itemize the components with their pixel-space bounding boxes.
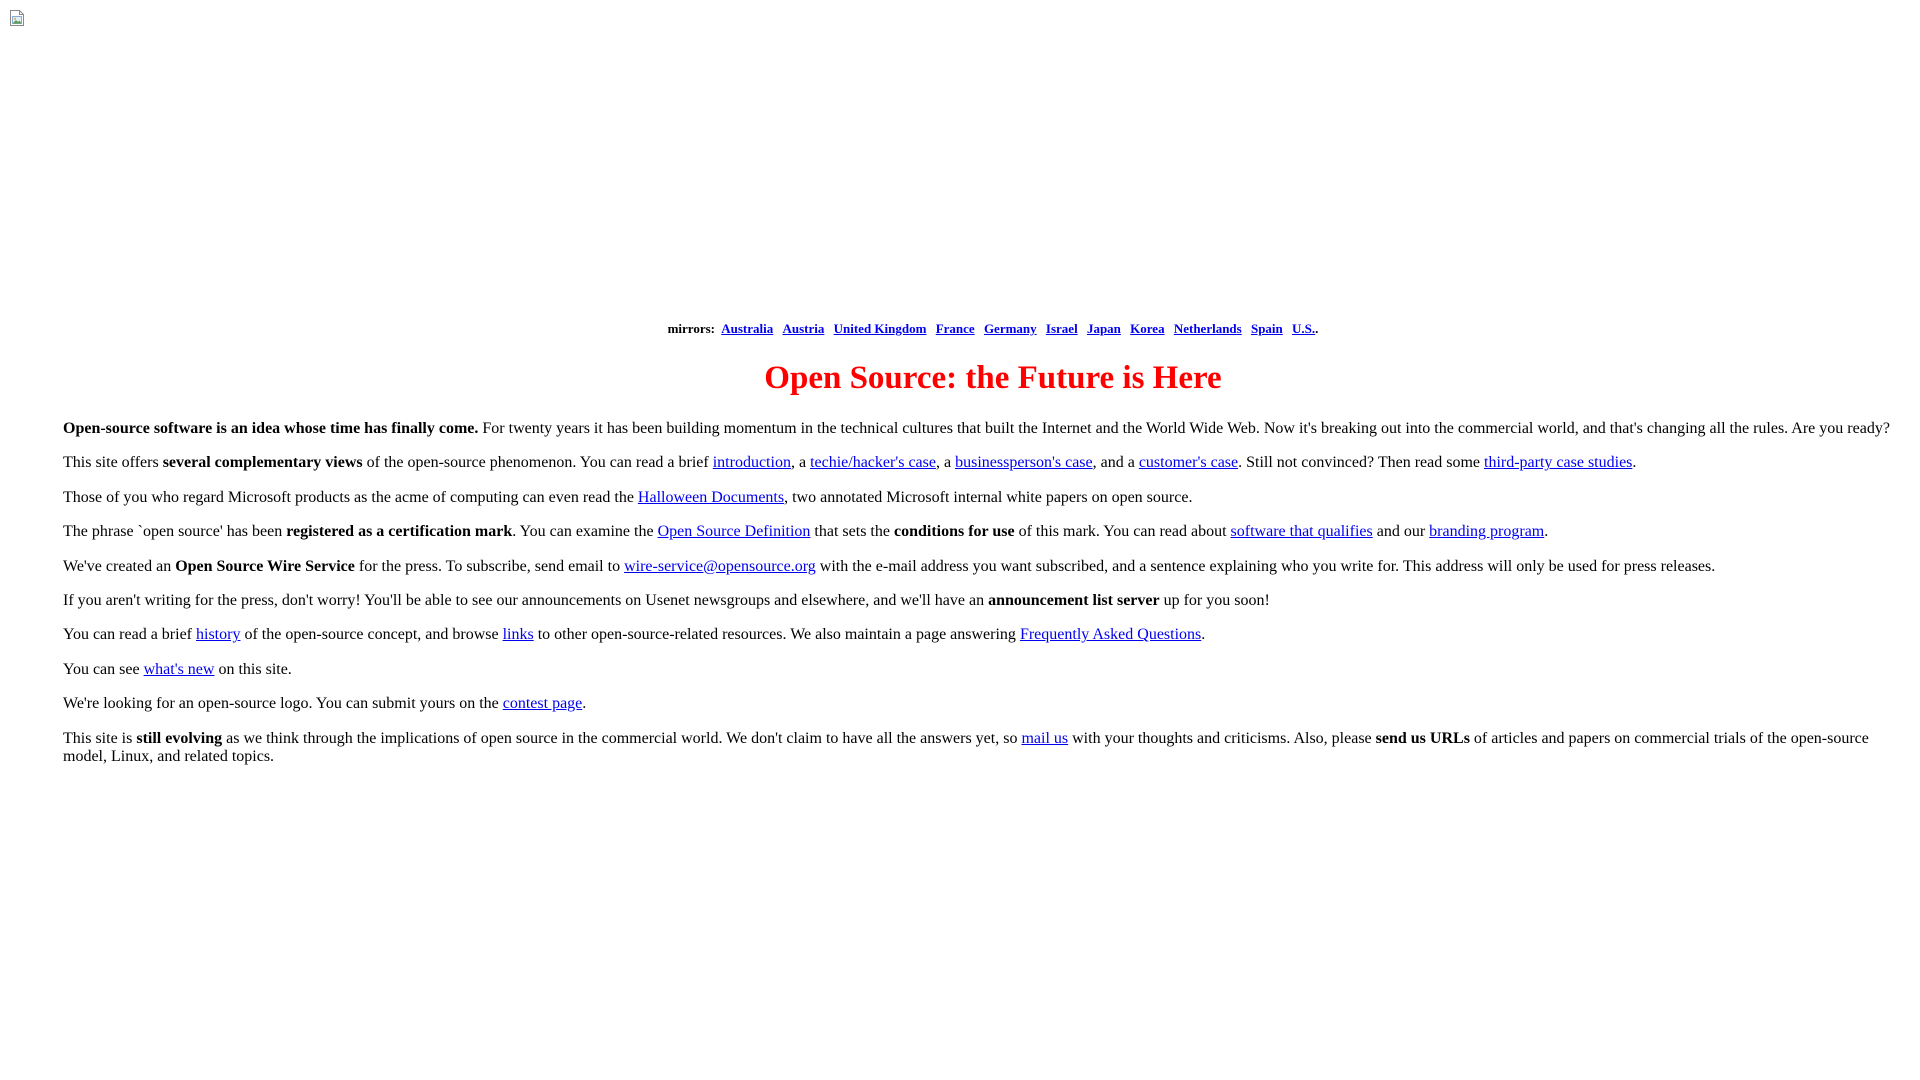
mirrors-label: mirrors: [667,321,715,336]
broken-image-icon [9,9,25,27]
bold-text: still evolving [136,729,223,747]
text: with your thoughts and criticisms. Also,… [1068,729,1376,747]
bold-text: Open-source software is an idea whose ti… [63,420,479,437]
branding-program-link[interactable]: branding program [1429,523,1544,540]
wire-service-email-link[interactable]: wire-service@opensource.org [624,558,816,575]
mirror-link-france[interactable]: France [936,321,975,336]
mirror-link-united-kingdom[interactable]: United Kingdom [834,321,927,336]
text: . [1632,454,1637,472]
text: . [1544,523,1549,541]
paragraph-views: This site offers several complementary v… [63,454,1913,472]
techie-hacker-case-link[interactable]: techie/hacker's case [810,454,936,471]
text: as we think through the implications of … [222,729,1022,747]
text: that sets the [810,523,894,541]
paragraph-intro: Open-source software is an idea whose ti… [63,420,1913,438]
main-content: Open-source software is an idea whose ti… [63,420,1913,782]
text: , a [790,454,811,472]
text: You can see [63,660,144,678]
text: You can read a brief [63,626,196,644]
bold-text: announcement list server [988,591,1160,609]
introduction-link[interactable]: introduction [713,454,791,471]
mirror-link-austria[interactable]: Austria [782,321,824,336]
businessperson-case-link[interactable]: businessperson's case [955,454,1093,471]
halloween-documents-link[interactable]: Halloween Documents [638,489,784,506]
text: We're looking for an open-source logo. Y… [63,695,503,713]
mirror-link-spain[interactable]: Spain [1251,321,1283,336]
page-title: Open Source: the Future is Here [764,360,1222,396]
paragraph-whats-new: You can see what's new on this site. [63,661,1913,679]
paragraph-history: You can read a brief history of the open… [63,626,1913,644]
bold-text: registered as a certification mark [286,523,513,541]
mirror-link-australia[interactable]: Australia [721,321,773,336]
text: , and a [1092,454,1139,472]
text: and our [1372,523,1430,541]
bold-text: conditions for use [893,523,1015,541]
text: . [582,695,587,713]
text: up for you soon! [1159,591,1270,609]
text: . You can examine the [512,523,658,541]
faq-link[interactable]: Frequently Asked Questions [1020,626,1201,643]
open-source-definition-link[interactable]: Open Source Definition [658,523,811,540]
mirror-link-netherlands[interactable]: Netherlands [1174,321,1242,336]
bold-text: send us URLs [1375,729,1470,747]
text: to other open-source-related resources. … [533,626,1020,644]
mirrors-end: . [1315,321,1319,336]
contest-page-link[interactable]: contest page [503,695,583,712]
third-party-case-studies-link[interactable]: third-party case studies [1484,454,1632,471]
paragraph-halloween: Those of you who regard Microsoft produc… [63,489,1913,507]
text: . Still not convinced? Then read some [1238,454,1484,472]
whats-new-link[interactable]: what's new [144,661,215,678]
mirror-link-korea[interactable]: Korea [1130,321,1164,336]
history-link[interactable]: history [196,626,240,643]
text: This site is [63,729,137,747]
mail-us-link[interactable]: mail us [1021,730,1068,747]
text: This site offers [63,454,163,472]
text: . [1201,626,1206,644]
text: for the press. To subscribe, send email … [354,557,625,575]
paragraph-wire-service: We've created an Open Source Wire Servic… [63,558,1913,576]
mirror-link-us[interactable]: U.S. [1292,321,1315,336]
text: of the open-source concept, and browse [240,626,503,644]
text: The phrase `open source' has been [63,523,287,541]
text: , two annotated Microsoft internal white… [784,488,1193,506]
paragraph-certification: The phrase `open source' has been regist… [63,523,1913,541]
paragraph-logo-contest: We're looking for an open-source logo. Y… [63,695,1913,713]
links-link[interactable]: links [503,626,534,643]
mirror-link-israel[interactable]: Israel [1046,321,1078,336]
paragraph-announcements: If you aren't writing for the press, don… [63,592,1913,610]
bold-text: Open Source Wire Service [175,557,355,575]
mirror-link-germany[interactable]: Germany [984,321,1037,336]
text: with the e-mail address you want subscri… [815,557,1716,575]
text: on this site. [214,660,292,678]
paragraph-evolving: This site is still evolving as we think … [63,730,1913,767]
software-that-qualifies-link[interactable]: software that qualifies [1231,523,1373,540]
text: If you aren't writing for the press, don… [63,591,989,609]
mirrors-bar: mirrors: Australia Austria United Kingdo… [0,321,1920,337]
bold-text: several complementary views [162,454,363,472]
text: For twenty years it has been building mo… [478,420,1890,437]
text: of the open-source phenomenon. You can r… [362,454,713,472]
mirror-link-japan[interactable]: Japan [1087,321,1121,336]
customer-case-link[interactable]: customer's case [1139,454,1238,471]
text: of this mark. You can read about [1014,523,1231,541]
text: Those of you who regard Microsoft produc… [63,488,638,506]
text: We've created an [63,557,176,575]
text: , a [935,454,956,472]
